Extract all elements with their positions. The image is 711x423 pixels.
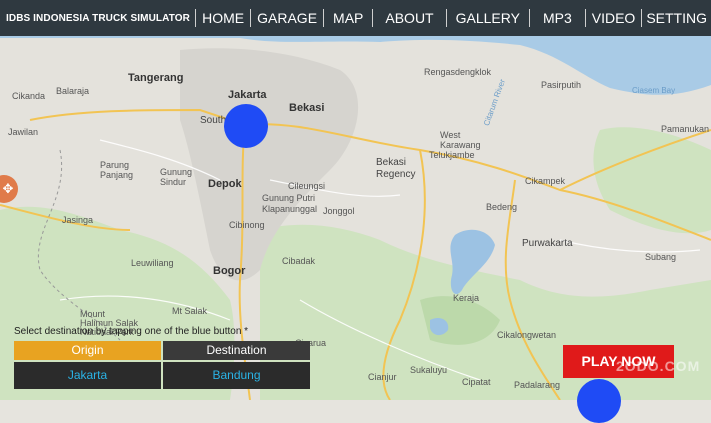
app-title: IDBS INDONESIA TRUCK SIMULATOR bbox=[6, 12, 190, 24]
place-label-depok: Depok bbox=[208, 178, 242, 190]
place-label-gunung-sindur: Gunung Sindur bbox=[160, 167, 193, 187]
place-label-cipatat: Cipatat bbox=[462, 377, 491, 387]
destination-value[interactable]: Bandung bbox=[163, 362, 310, 389]
nav-setting[interactable]: SETTING bbox=[642, 10, 711, 26]
place-label-klapanunggal: Klapanunggal bbox=[262, 204, 318, 214]
place-label-cianjur: Cianjur bbox=[368, 372, 397, 382]
place-label-subang: Subang bbox=[645, 252, 677, 262]
place-label-cikampek: Cikampek bbox=[525, 176, 566, 186]
place-label-gunung-putri: Gunung Putri bbox=[262, 193, 316, 203]
destination-header: Destination bbox=[163, 341, 310, 360]
map[interactable] bbox=[0, 0, 711, 400]
place-label-south: South bbox=[200, 115, 227, 126]
place-label-jasinga: Jasinga bbox=[62, 215, 94, 225]
place-label-padalarang: Padalarang bbox=[514, 380, 561, 390]
place-label-parung-panjang: Parung Panjang bbox=[100, 160, 134, 180]
place-label-mt-salak: Mt Salak bbox=[172, 306, 208, 316]
nav-video[interactable]: VIDEO bbox=[586, 10, 642, 26]
place-label-bogor: Bogor bbox=[213, 265, 246, 277]
place-label-telukjambe: Telukjambe bbox=[429, 150, 475, 160]
place-label-cikanda: Cikanda bbox=[12, 91, 46, 101]
place-label-bekasi-regency: Bekasi Regency bbox=[376, 157, 416, 180]
jakarta-marker[interactable] bbox=[224, 104, 268, 148]
place-label-cibinong: Cibinong bbox=[229, 220, 265, 230]
place-label-cileungsi: Cileungsi bbox=[288, 181, 326, 191]
place-label-jakarta: Jakarta bbox=[228, 89, 267, 101]
place-label-jawilan: Jawilan bbox=[8, 127, 39, 137]
move-icon: ✥ bbox=[2, 181, 14, 196]
main-menu: HOME GARAGE MAP ABOUT GALLERY MP3 VIDEO … bbox=[195, 0, 711, 36]
place-label-sukaluyu: Sukaluyu bbox=[410, 365, 448, 375]
origin-value[interactable]: Jakarta bbox=[14, 362, 161, 389]
nav-map[interactable]: MAP bbox=[324, 10, 372, 26]
place-label-keraja: Keraja bbox=[453, 293, 480, 303]
nav-garage[interactable]: GARAGE bbox=[251, 10, 323, 26]
bandung-marker[interactable] bbox=[577, 379, 621, 423]
route-panel: Origin Destination Jakarta Bandung bbox=[14, 341, 310, 389]
place-label-pamanukan: Pamanukan bbox=[661, 124, 710, 134]
place-label-jonggol: Jonggol bbox=[323, 206, 355, 216]
nav-mp3[interactable]: MP3 bbox=[530, 10, 585, 26]
place-label-tangerang: Tangerang bbox=[128, 72, 184, 84]
nav-gallery[interactable]: GALLERY bbox=[447, 10, 529, 26]
place-label-cibadak: Cibadak bbox=[282, 256, 316, 266]
place-label-leuwiliang: Leuwiliang bbox=[131, 258, 174, 268]
place-label-bedeng: Bedeng bbox=[486, 202, 518, 212]
place-label-pasirputih: Pasirputih bbox=[541, 80, 582, 90]
top-navigation-bar: IDBS INDONESIA TRUCK SIMULATOR HOME GARA… bbox=[0, 0, 711, 36]
place-label-cikalongwetan: Cikalongwetan bbox=[497, 330, 557, 340]
nav-about[interactable]: ABOUT bbox=[373, 10, 445, 26]
place-label-west-karawang: West Karawang bbox=[440, 130, 481, 150]
place-label-rengasdengklok: Rengasdengklok bbox=[424, 67, 492, 77]
place-label-purwakarta: Purwakarta bbox=[522, 238, 573, 249]
origin-header: Origin bbox=[14, 341, 161, 360]
place-label-ciasem-bay: Ciasem Bay bbox=[632, 86, 676, 95]
destination-instruction: Select destination by tapping one of the… bbox=[14, 326, 249, 337]
place-label-balaraja: Balaraja bbox=[56, 86, 90, 96]
watermark: 2ODO.COM bbox=[616, 358, 701, 374]
place-label-bekasi: Bekasi bbox=[289, 102, 325, 114]
nav-home[interactable]: HOME bbox=[196, 10, 250, 26]
